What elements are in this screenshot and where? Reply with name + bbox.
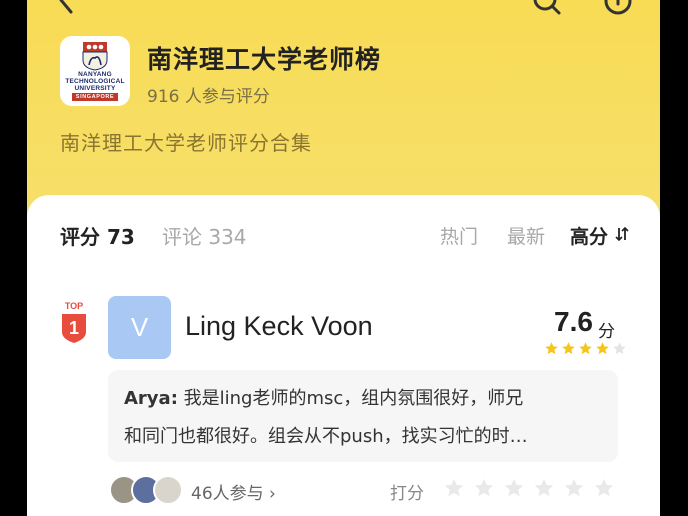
comment-line-1: Arya: 我是ling老师的msc，组内氛围很好，师兄 <box>124 384 523 410</box>
star-icon <box>613 342 626 355</box>
rank-label: TOP <box>64 301 84 311</box>
rate-star-icon[interactable] <box>563 477 585 499</box>
rate-star-icon[interactable] <box>443 477 465 499</box>
logo-line-2: TECHNOLOGICAL <box>65 78 125 85</box>
comment-line-2: 和同门也都很好。组会从不push，找实习忙的时… <box>124 426 528 447</box>
star-icon <box>562 342 575 355</box>
participant-count: 916 人参与评分 <box>147 87 270 107</box>
rate-label: 打分 <box>390 484 424 504</box>
rate-star-icon[interactable] <box>503 477 525 499</box>
score-stars <box>544 341 627 356</box>
star-icon <box>579 342 592 355</box>
rate-star-icon[interactable] <box>593 477 615 499</box>
rank-badge: TOP 1 <box>57 301 91 347</box>
participant-avatar <box>153 475 183 505</box>
sort-newest[interactable]: 最新 <box>507 222 545 249</box>
rate-star-icon[interactable] <box>473 477 495 499</box>
top-navigation-bar <box>27 0 660 20</box>
top-comment[interactable]: Arya: 我是ling老师的msc，组内氛围很好，师兄 和同门也都很好。组会从… <box>108 370 618 462</box>
page-subtitle: 南洋理工大学老师评分合集 <box>60 131 312 155</box>
search-icon[interactable] <box>532 0 562 16</box>
joined-count: 46人参与 <box>191 484 264 504</box>
rate-stars[interactable] <box>443 477 615 499</box>
comment-author: Arya: <box>124 388 178 409</box>
comment-text-1: 我是ling老师的msc，组内氛围很好，师兄 <box>183 388 524 409</box>
rate-star-icon[interactable] <box>533 477 555 499</box>
app-screen: NANYANG TECHNOLOGICAL UNIVERSITY SINGAPO… <box>27 0 660 516</box>
crest-icon <box>82 42 108 71</box>
chevron-right-icon: › <box>269 484 276 504</box>
score-unit: 分 <box>598 322 615 342</box>
tab-comments[interactable]: 评论 334 <box>162 221 247 250</box>
page-title: 南洋理工大学老师榜 <box>147 45 382 74</box>
sort-icon[interactable] <box>615 226 629 242</box>
logo-line-3: UNIVERSITY <box>74 85 116 92</box>
star-icon <box>596 342 609 355</box>
rank-number: 1 <box>68 318 79 338</box>
participants-link[interactable]: 46人参与 › <box>191 479 276 504</box>
tab-rating[interactable]: 评分 73 <box>60 221 135 250</box>
university-logo: NANYANG TECHNOLOGICAL UNIVERSITY SINGAPO… <box>60 36 130 106</box>
logo-line-1: NANYANG <box>78 71 112 78</box>
more-icon[interactable] <box>603 0 633 16</box>
participant-avatars <box>109 475 189 505</box>
sort-highest[interactable]: 高分 <box>570 222 608 249</box>
teacher-name[interactable]: Ling Keck Voon <box>185 311 373 342</box>
star-icon <box>545 342 558 355</box>
teacher-avatar[interactable]: V <box>108 296 171 359</box>
back-icon[interactable] <box>53 0 77 16</box>
teacher-score: 7.6 <box>554 306 593 337</box>
ranking-card: 评分 73 评论 334 热门 最新 高分 TOP 1 V Ling Keck … <box>27 195 660 516</box>
sort-hot[interactable]: 热门 <box>440 222 478 249</box>
logo-band: SINGAPORE <box>71 93 119 101</box>
